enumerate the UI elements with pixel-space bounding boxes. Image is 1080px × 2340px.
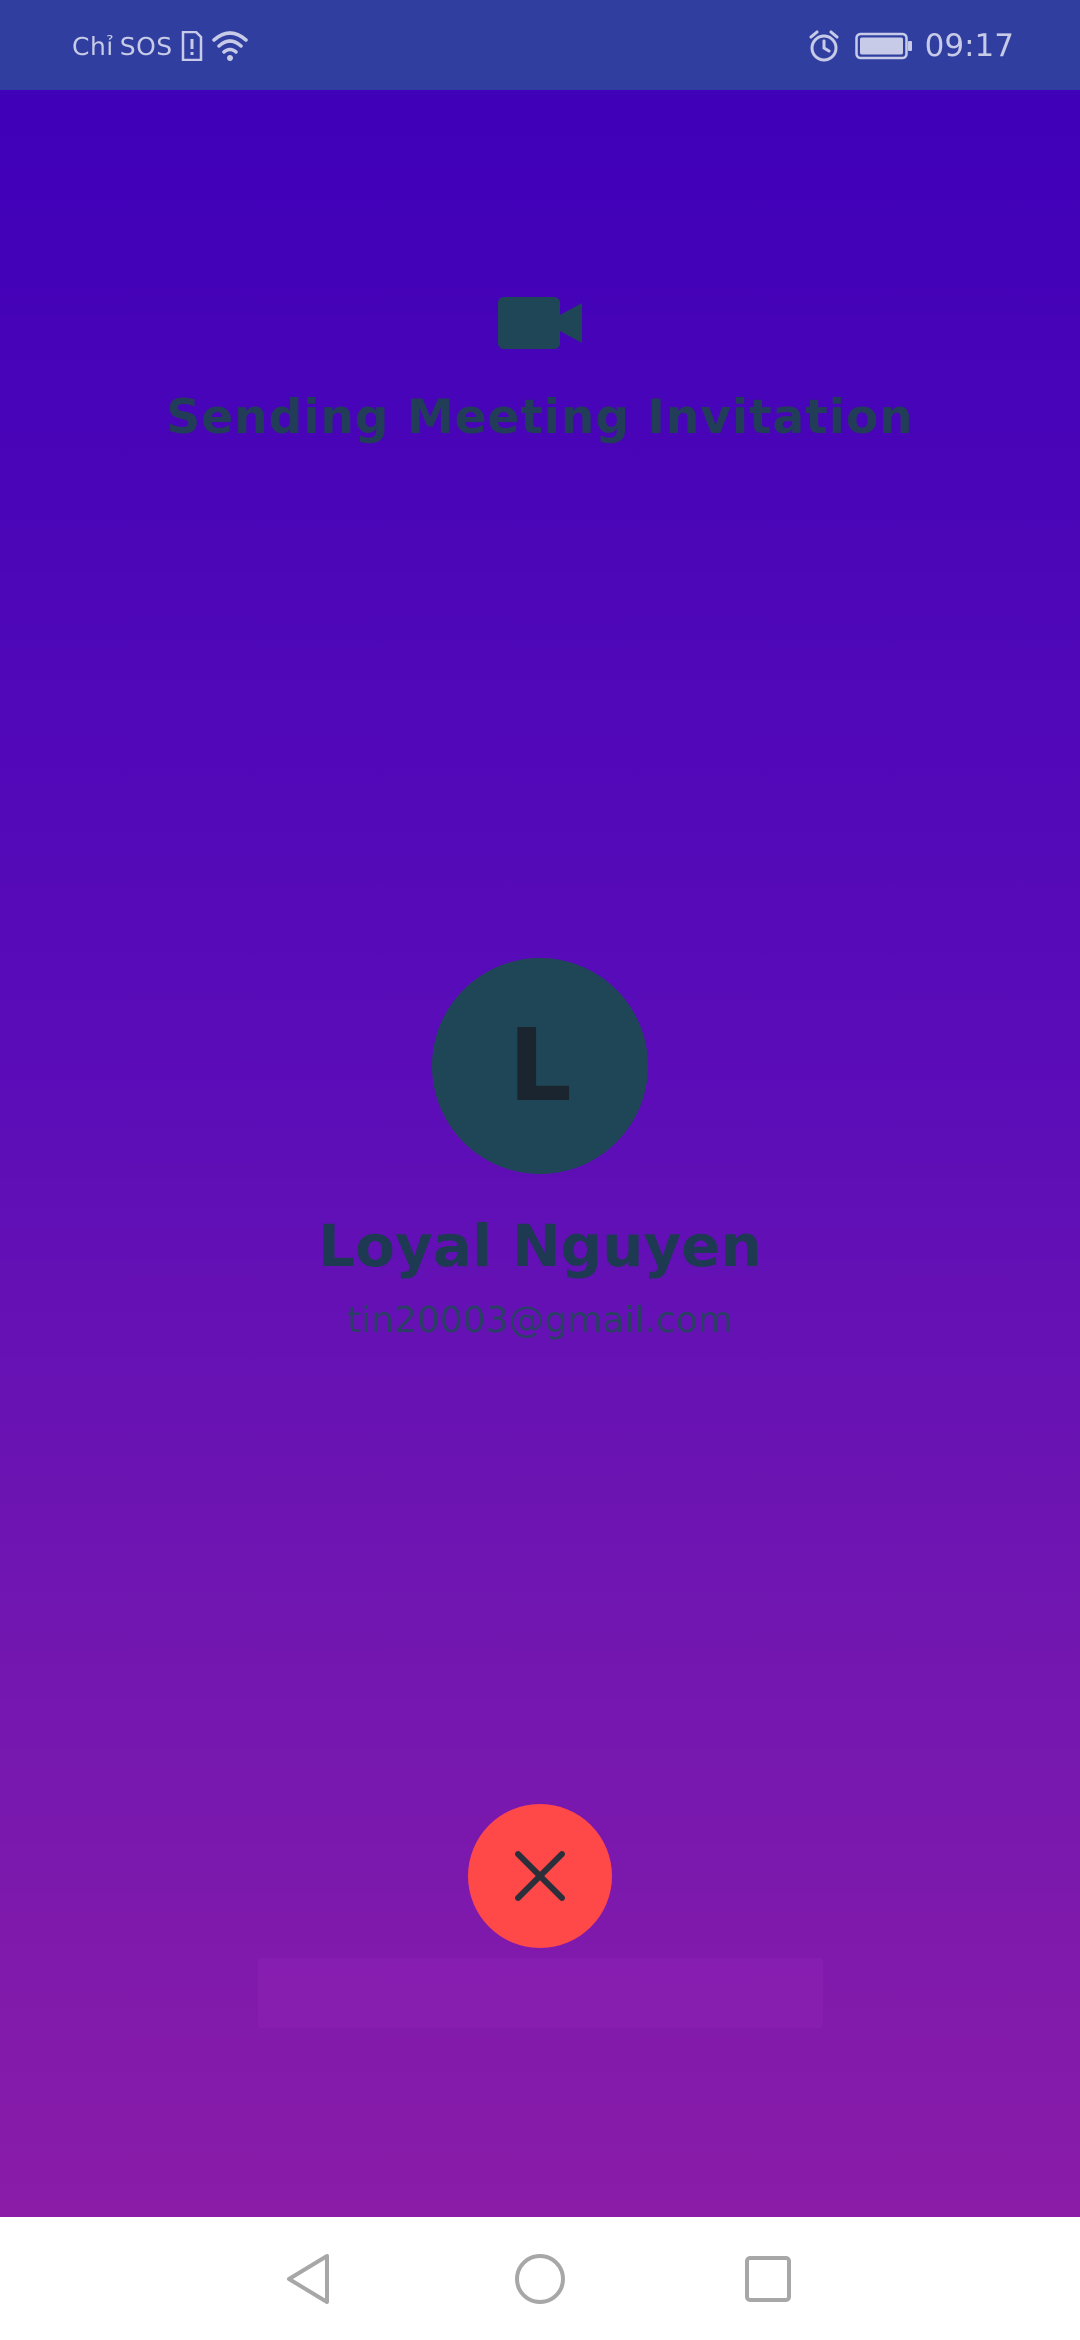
sos-label: SOS <box>119 31 173 61</box>
alarm-icon <box>809 30 839 62</box>
back-icon <box>287 2254 329 2304</box>
battery-icon <box>854 32 912 60</box>
meeting-invitation-screen: Chỉ SOS 09:17 Sending Meeting Invitation… <box>0 0 1080 2340</box>
cancel-invitation-button[interactable] <box>468 1804 612 1948</box>
status-bar: Chỉ SOS 09:17 <box>0 0 1080 90</box>
clock-time: 09:17 <box>924 28 1014 64</box>
status-right: 09:17 <box>807 26 1014 66</box>
contact-email: tin20003@gmail.com <box>347 1300 733 1341</box>
nav-home-button[interactable] <box>510 2249 570 2309</box>
avatar: L <box>432 958 648 1174</box>
recent-apps-icon <box>745 2256 791 2302</box>
status-left: Chỉ SOS <box>72 26 249 66</box>
carrier-label: Chỉ <box>72 31 114 61</box>
sim-alert-icon <box>181 31 202 61</box>
navigation-bar <box>0 2217 1080 2340</box>
nav-back-button[interactable] <box>278 2249 338 2309</box>
nav-recent-apps-button[interactable] <box>738 2249 798 2309</box>
home-icon <box>515 2254 565 2304</box>
contact-name: Loyal Nguyen <box>318 1212 762 1280</box>
close-icon <box>515 1851 565 1901</box>
wifi-icon <box>211 31 248 61</box>
faded-overlay <box>258 1958 823 2028</box>
avatar-initial: L <box>508 1007 572 1124</box>
video-camera-icon <box>498 297 582 349</box>
page-title: Sending Meeting Invitation <box>166 390 914 445</box>
